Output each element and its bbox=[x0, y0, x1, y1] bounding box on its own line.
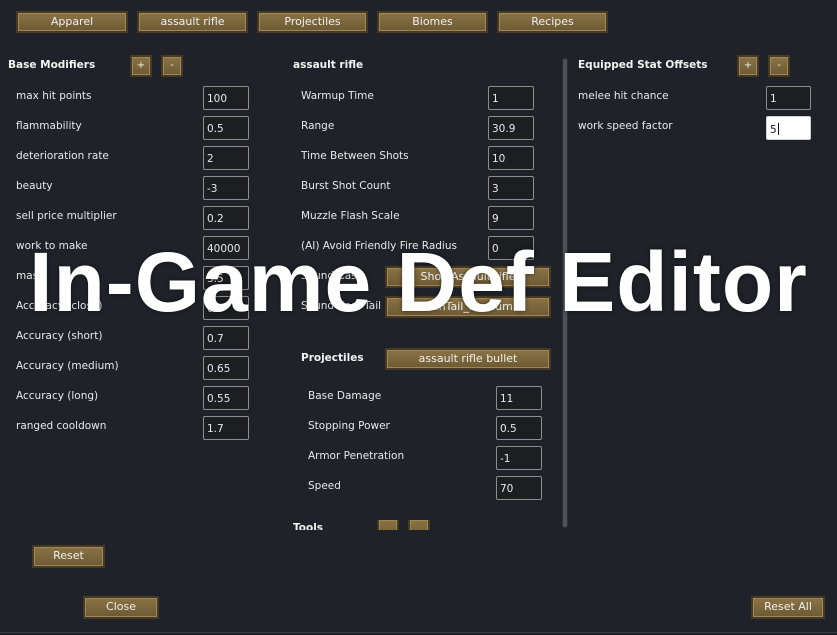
base-mod-label: ranged cooldown bbox=[16, 420, 107, 432]
equipped-offsets-heading: Equipped Stat Offsets bbox=[578, 59, 708, 71]
projectile-stat-label: Base Damage bbox=[308, 390, 382, 402]
base-mod-field[interactable]: 40000 bbox=[203, 236, 249, 260]
projectile-stat-label: Speed bbox=[308, 480, 341, 492]
base-mod-field[interactable]: 0.7 bbox=[203, 326, 249, 350]
projectile-stat-label: Armor Penetration bbox=[308, 450, 405, 462]
weapon-stat-field[interactable]: 10 bbox=[488, 146, 534, 170]
weapon-stat-field[interactable]: 9 bbox=[488, 206, 534, 230]
base-mod-field[interactable]: 1.7 bbox=[203, 416, 249, 440]
weapon-stat-label: Range bbox=[301, 120, 335, 132]
tab-assault-rifle[interactable]: assault rifle bbox=[137, 11, 248, 33]
base-mod-field[interactable]: 2 bbox=[203, 146, 249, 170]
base-mod-label: Accuracy (close) bbox=[16, 300, 103, 312]
base-mod-field[interactable]: 0.65 bbox=[203, 356, 249, 380]
weapon-scrollbar[interactable] bbox=[562, 58, 568, 528]
base-mod-field[interactable]: 3.5 bbox=[203, 266, 249, 290]
weapon-stat-field[interactable]: 1 bbox=[488, 86, 534, 110]
base-mod-field[interactable]: 0.55 bbox=[203, 386, 249, 410]
weapon-stat-field[interactable]: 30.9 bbox=[488, 116, 534, 140]
base-mod-label: beauty bbox=[16, 180, 53, 192]
projectile-stat-field[interactable]: 0.5 bbox=[496, 416, 542, 440]
weapon-stat-field[interactable]: 3 bbox=[488, 176, 534, 200]
tab-biomes[interactable]: Biomes bbox=[377, 11, 488, 33]
base-mod-field[interactable]: 0.6 bbox=[203, 296, 249, 320]
projectiles-heading: Projectiles bbox=[301, 352, 364, 364]
equipped-offset-label: work speed factor bbox=[578, 120, 673, 132]
base-mod-label: sell price multiplier bbox=[16, 210, 117, 222]
equipped-offset-field[interactable]: 5 bbox=[766, 116, 811, 140]
tab-projectiles[interactable]: Projectiles bbox=[257, 11, 368, 33]
base-modifiers-add-button[interactable]: + bbox=[130, 55, 152, 77]
sound-cast-tail-button[interactable]: GunTail_Medium bbox=[385, 296, 551, 318]
reset-all-button[interactable]: Reset All bbox=[751, 596, 825, 619]
equipped-offset-field[interactable]: 1 bbox=[766, 86, 811, 110]
projectile-select-button[interactable]: assault rifle bullet bbox=[385, 348, 551, 370]
projectile-stat-field[interactable]: -1 bbox=[496, 446, 542, 470]
base-mod-label: Accuracy (long) bbox=[16, 390, 99, 402]
base-mod-label: work to make bbox=[16, 240, 88, 252]
weapon-stat-label: Muzzle Flash Scale bbox=[301, 210, 400, 222]
base-modifiers-heading: Base Modifiers bbox=[8, 59, 96, 71]
projectile-stat-field[interactable]: 11 bbox=[496, 386, 542, 410]
weapon-stat-label: Warmup Time bbox=[301, 90, 374, 102]
projectile-stat-label: Stopping Power bbox=[308, 420, 390, 432]
sound-cast-label: Sound Cast bbox=[301, 270, 361, 282]
base-mod-label: Accuracy (short) bbox=[16, 330, 103, 342]
tab-apparel[interactable]: Apparel bbox=[16, 11, 128, 33]
reset-button[interactable]: Reset bbox=[32, 545, 105, 568]
close-button[interactable]: Close bbox=[83, 596, 159, 619]
weapon-heading: assault rifle bbox=[293, 59, 364, 71]
weapon-stat-label: Burst Shot Count bbox=[301, 180, 391, 192]
base-mod-field[interactable]: 0.5 bbox=[203, 116, 249, 140]
weapon-stat-label: Time Between Shots bbox=[301, 150, 409, 162]
equipped-offsets-remove-button[interactable]: - bbox=[768, 55, 790, 77]
base-mod-label: Accuracy (medium) bbox=[16, 360, 119, 372]
base-mod-label: mass bbox=[16, 270, 44, 282]
window-bottom-edge bbox=[0, 632, 837, 633]
base-mod-field[interactable]: 100 bbox=[203, 86, 249, 110]
equipped-offsets-add-button[interactable]: + bbox=[737, 55, 759, 77]
tools-remove-button[interactable] bbox=[408, 520, 430, 530]
base-mod-field[interactable]: 0.2 bbox=[203, 206, 249, 230]
base-mod-field[interactable]: -3 bbox=[203, 176, 249, 200]
tools-add-button[interactable] bbox=[377, 520, 399, 530]
tab-recipes[interactable]: Recipes bbox=[497, 11, 608, 33]
equipped-offset-label: melee hit chance bbox=[578, 90, 669, 102]
base-mod-label: flammability bbox=[16, 120, 82, 132]
base-mod-label: max hit points bbox=[16, 90, 92, 102]
tools-row-clip: Tools bbox=[292, 520, 562, 530]
weapon-stat-label: (AI) Avoid Friendly Fire Radius bbox=[301, 240, 457, 252]
weapon-stat-field[interactable]: 0 bbox=[488, 236, 534, 260]
tools-heading: Tools bbox=[293, 522, 324, 530]
sound-cast-tail-label: Sound Cast Tail bbox=[301, 300, 382, 312]
base-modifiers-remove-button[interactable]: - bbox=[161, 55, 183, 77]
projectile-stat-field[interactable]: 70 bbox=[496, 476, 542, 500]
sound-cast-button[interactable]: Shot_AssaultRifle bbox=[385, 266, 551, 288]
base-mod-label: deterioration rate bbox=[16, 150, 109, 162]
